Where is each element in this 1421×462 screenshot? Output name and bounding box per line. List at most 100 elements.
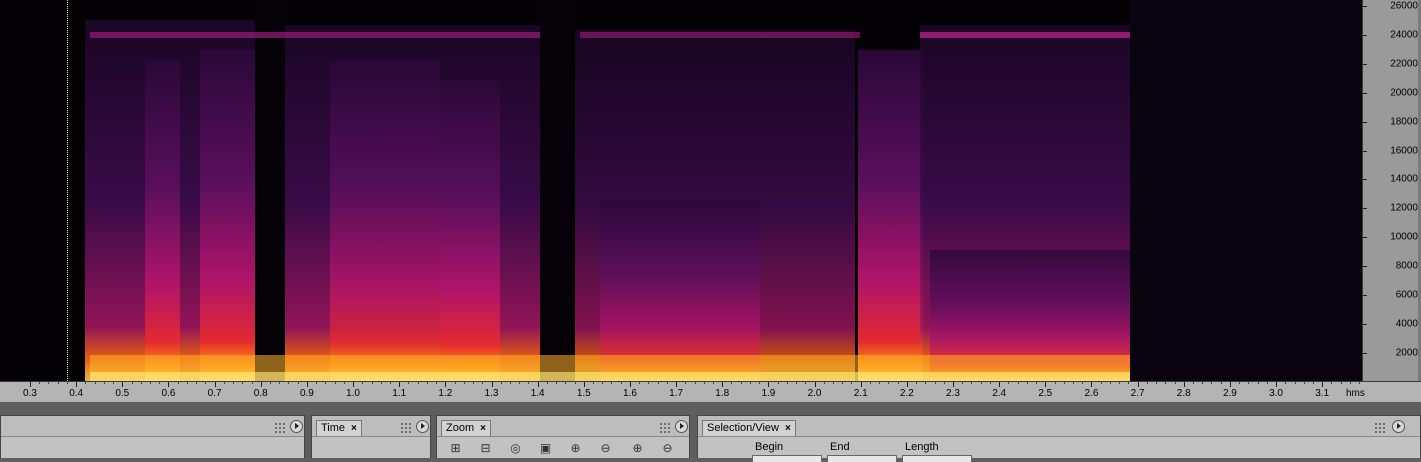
grip-icon[interactable] [1374,421,1388,433]
zoom-center-icon[interactable]: ◎ [507,440,524,457]
time-minor-tick [1174,382,1176,384]
freq-tick-label: 26000 [1390,0,1418,12]
freq-tick [1363,92,1367,94]
freq-tick [1363,150,1367,152]
time-minor-tick [962,382,964,384]
time-minor-tick [1340,382,1342,384]
close-icon[interactable]: × [351,423,357,434]
time-minor-tick [1165,382,1167,384]
zoom-selection-icon[interactable]: ▣ [537,440,554,457]
time-tick [814,382,816,387]
time-tick [1183,382,1185,387]
freq-tick-label: 6000 [1395,289,1418,301]
time-minor-tick [380,382,382,384]
time-minor-tick [934,382,936,384]
zoom-in-icon[interactable]: ⊕ [567,440,584,457]
time-minor-tick [177,382,179,384]
time-minor-tick [297,382,299,384]
panel-menu-button[interactable] [675,420,688,433]
time-minor-tick [639,382,641,384]
time-tick [1045,382,1047,387]
spectral-display[interactable] [0,0,1362,381]
zoom-out-vertical-icon[interactable]: ⊖ [659,440,676,457]
time-minor-tick [980,382,982,384]
time-tick [214,382,216,387]
time-minor-tick [805,382,807,384]
panel-menu-button[interactable] [1392,420,1405,433]
time-tick-label: 0.5 [115,388,130,399]
zoom-out-amplitude-icon[interactable]: ⊟ [477,440,494,457]
time-ruler[interactable]: hms 0.3 0.4 0.5 0.6 0.7 0.8 0.9 1.0 1.1 1.2 1.3 1.4… [0,381,1421,402]
time-minor-tick [731,382,733,384]
time-minor-tick [1082,382,1084,384]
time-minor-tick [1294,382,1296,384]
spectrogram-image [0,0,1362,381]
time-minor-tick [1054,382,1056,384]
time-tick-label: 1.2 [438,388,453,399]
time-tick-label: 2.4 [992,388,1007,399]
time-tick [1137,382,1139,387]
zoom-in-amplitude-icon[interactable]: ⊞ [447,440,464,457]
time-tick-label: 1.3 [484,388,499,399]
time-minor-tick [777,382,779,384]
time-tick [491,382,493,387]
freq-tick-label: 24000 [1390,29,1418,41]
time-tick-label: 2.6 [1084,388,1099,399]
time-minor-tick [39,382,41,384]
tab-zoom[interactable]: Zoom × [441,420,491,436]
time-minor-tick [140,382,142,384]
freq-tick-label: 12000 [1390,202,1418,214]
tab-selection-view-label: Selection/View [707,422,779,434]
grip-icon[interactable] [659,421,673,433]
tab-time[interactable]: Time × [316,420,362,436]
freq-tick-label: 18000 [1390,116,1418,128]
panel-menu-button[interactable] [290,420,303,433]
selection-begin-field[interactable] [752,455,822,462]
end-header: End [830,441,850,453]
freq-tick [1363,6,1367,7]
freq-tick-label: 20000 [1390,87,1418,99]
time-minor-tick [842,382,844,384]
time-minor-tick [1359,382,1361,384]
time-tick-label: 1.6 [622,388,637,399]
zoom-out-icon[interactable]: ⊖ [597,440,614,457]
frequency-ruler[interactable]: 26000 24000 22000 20000 18000 16000 14000 12000… [1362,0,1421,381]
grip-icon[interactable] [400,421,414,433]
tab-selection-view[interactable]: Selection/View × [702,420,796,436]
time-minor-tick [666,382,668,384]
grip-icon[interactable] [274,421,288,433]
time-tick-label: 2.5 [1038,388,1053,399]
close-icon[interactable]: × [480,423,486,434]
time-minor-tick [851,382,853,384]
freq-tick-label: 8000 [1395,260,1418,272]
time-minor-tick [1017,382,1019,384]
panel-body [437,436,689,458]
freq-tick [1363,352,1367,354]
time-minor-tick [362,382,364,384]
panel-menu-button[interactable] [416,420,429,433]
zoom-in-vertical-icon[interactable]: ⊕ [629,440,646,457]
time-minor-tick [454,382,456,384]
time-minor-tick [1239,382,1241,384]
time-minor-tick [94,382,96,384]
time-minor-tick [473,382,475,384]
time-minor-tick [1248,382,1250,384]
time-minor-tick [1349,382,1351,384]
grip-dots [660,423,670,433]
time-minor-tick [288,382,290,384]
time-minor-tick [223,382,225,384]
close-icon[interactable]: × [785,423,791,434]
time-minor-tick [233,382,235,384]
time-tick-label: 0.6 [161,388,176,399]
freq-tick [1363,266,1367,268]
time-minor-tick [482,382,484,384]
selection-end-field[interactable] [827,455,897,462]
time-tick [999,382,1001,387]
freq-tick-label: 2000 [1395,347,1418,359]
time-tick-label: 1.4 [530,388,545,399]
time-minor-tick [1119,382,1121,384]
time-minor-tick [500,382,502,384]
selection-length-field[interactable] [902,455,972,462]
freq-tick [1363,179,1367,181]
time-tick-label: 1.7 [669,388,684,399]
